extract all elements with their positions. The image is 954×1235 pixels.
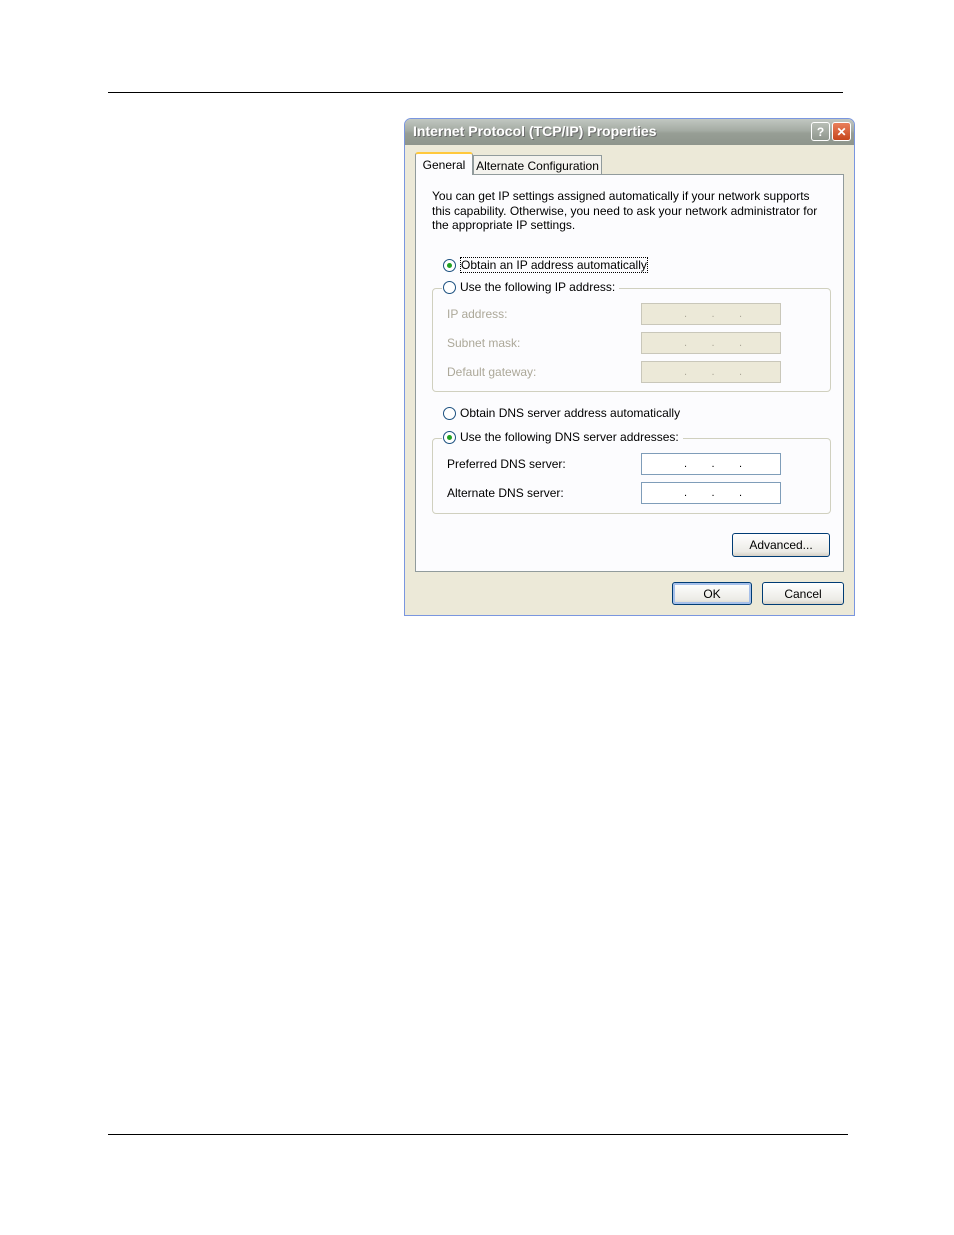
radio-obtain-dns-auto[interactable]: Obtain DNS server address automatically <box>442 406 685 420</box>
radio-dot <box>447 262 452 268</box>
tcpip-properties-dialog: Internet Protocol (TCP/IP) Properties ? … <box>404 118 855 616</box>
general-tab-panel: You can get IP settings assigned automat… <box>415 174 844 572</box>
radio-obtain-ip-auto[interactable]: Obtain an IP address automatically <box>442 257 652 273</box>
help-button[interactable]: ? <box>811 122 830 141</box>
header-rule <box>108 92 843 93</box>
footer-rule <box>108 1134 848 1135</box>
tab-general[interactable]: General <box>415 152 473 175</box>
tab-general-label: General <box>422 157 466 172</box>
use-following-ip-label: Use the following IP address: <box>460 280 616 294</box>
radio-use-following-dns[interactable]: Use the following DNS server addresses: <box>442 430 683 444</box>
ip-address-value: . . . <box>683 308 743 320</box>
help-icon: ? <box>816 124 825 139</box>
dialog-title: Internet Protocol (TCP/IP) Properties <box>413 123 657 139</box>
close-button[interactable]: ✕ <box>832 122 851 141</box>
preferred-dns-value: . . . <box>683 458 743 470</box>
tab-alternate-label: Alternate Configuration <box>476 158 599 173</box>
advanced-button-label: Advanced... <box>749 538 813 552</box>
radio-dot <box>447 434 452 440</box>
cancel-button[interactable]: Cancel <box>762 582 844 605</box>
ip-address-label: IP address: <box>447 307 508 321</box>
alternate-dns-value: . . . <box>683 487 743 499</box>
ok-button[interactable]: OK <box>672 582 752 605</box>
close-icon: ✕ <box>836 124 847 139</box>
obtain-ip-auto-label: Obtain an IP address automatically <box>460 257 648 273</box>
radio-button[interactable] <box>443 280 456 294</box>
alternate-dns-label: Alternate DNS server: <box>447 486 564 500</box>
ip-address-input[interactable]: . . . <box>641 303 781 325</box>
subnet-mask-label: Subnet mask: <box>447 336 521 350</box>
default-gateway-label: Default gateway: <box>447 365 537 379</box>
subnet-mask-input[interactable]: . . . <box>641 332 781 354</box>
cancel-button-label: Cancel <box>784 586 822 601</box>
ok-button-label: OK <box>703 586 721 601</box>
radio-button-selected[interactable] <box>443 258 456 272</box>
preferred-dns-input[interactable]: . . . <box>641 453 781 475</box>
title-bar[interactable]: Internet Protocol (TCP/IP) Properties ? … <box>405 119 854 145</box>
tab-alternate-configuration[interactable]: Alternate Configuration <box>473 155 602 175</box>
radio-use-following-ip[interactable]: Use the following IP address: <box>442 280 620 294</box>
advanced-button[interactable]: Advanced... <box>732 533 830 557</box>
alternate-dns-input[interactable]: . . . <box>641 482 781 504</box>
default-gateway-input[interactable]: . . . <box>641 361 781 383</box>
description-text: You can get IP settings assigned automat… <box>432 189 818 232</box>
obtain-dns-auto-label: Obtain DNS server address automatically <box>460 406 681 420</box>
subnet-mask-value: . . . <box>683 337 743 349</box>
radio-button-selected[interactable] <box>443 430 456 444</box>
preferred-dns-label: Preferred DNS server: <box>447 457 566 471</box>
default-gateway-value: . . . <box>683 366 743 378</box>
radio-button[interactable] <box>443 406 456 420</box>
use-following-dns-label: Use the following DNS server addresses: <box>460 430 679 444</box>
